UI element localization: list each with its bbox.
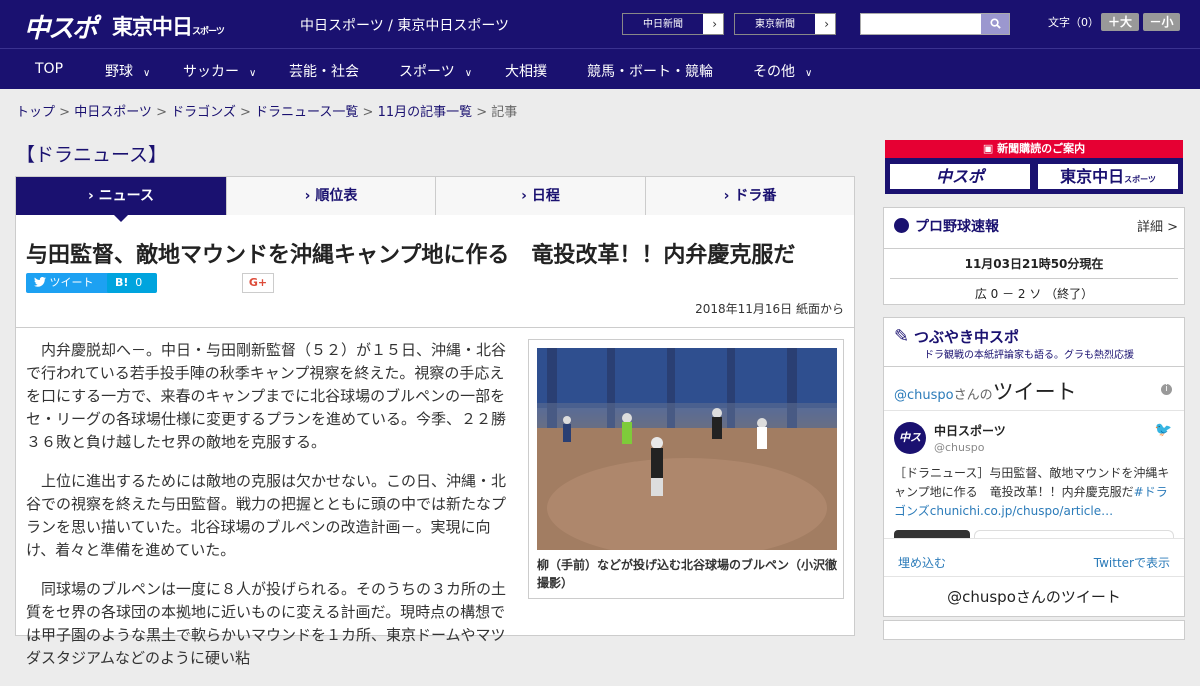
google-plus-button[interactable]: G+ [242,273,274,293]
article-date: 2018年11月16日 紙面から [695,302,844,316]
score-detail-link[interactable]: 詳細 > [1137,216,1178,235]
tweet-button[interactable]: ツイート [26,273,117,293]
tab-dora-ban[interactable]: › ドラ番 [646,177,854,215]
nav-item-baseball[interactable]: 野球 ∨ [105,61,150,81]
embed-link[interactable]: 埋め込む [898,554,946,571]
info-icon[interactable]: i [1161,384,1172,395]
site-title: 中日スポーツ / 東京中日スポーツ [300,18,510,34]
font-decrease-button[interactable]: －小 [1143,13,1180,31]
breadcrumb-current: 記事 [491,105,518,120]
baseball-icon [894,218,909,233]
subscription-banner: ▣ 新聞購読のご案内 中スポ 東京中日スポーツ [885,140,1183,194]
tokyo-logo-small: スポーツ [192,27,225,37]
article-paragraph: 上位に進出するためには敵地の克服は欠かせない。この日、沖縄・北谷での視察を終えた… [26,472,507,559]
search-input[interactable] [860,13,1010,35]
search-icon [989,18,1001,29]
font-increase-button[interactable]: ＋大 [1101,13,1139,31]
divider [16,327,854,328]
section-title: 【ドラニュース】 [16,144,168,166]
tab-bar: › ニュース › 順位表 › 日程 › ドラ番 [16,177,854,222]
twitter-bird-icon [34,276,46,287]
chunichi-shimbun-label: 中日新聞 [623,14,703,34]
subscribe-chuspo-button[interactable]: 中スポ [888,162,1032,191]
tab-standings[interactable]: › 順位表 [227,177,436,215]
tab-schedule[interactable]: › 日程 [436,177,646,215]
nav-item-soccer[interactable]: サッカー ∨ [183,61,256,81]
article-headline: 与田監督、敵地マウンドを沖縄キャンプ地に作る 竜投改革！！内弁慶克服だ [26,243,796,268]
chunichi-shimbun-button[interactable]: 中日新聞 › [622,13,724,35]
tweet-button-label: ツイート [49,276,94,289]
font-size-label: 文字（0） [1048,16,1099,29]
nav-item-other[interactable]: その他 ∨ [753,61,812,81]
breadcrumb-chunichi-sports[interactable]: 中日スポーツ [74,105,152,120]
nav-item-top[interactable]: TOP [35,61,63,77]
article-paragraph: 内弁慶脱却へ－。中日・与田剛新監督（５２）が１５日、沖縄・北谷で行われている若手… [26,341,507,451]
article-photo-box: 柳（手前）などが投げ込む北谷球場のブルペン（小沢徹撮影） [528,339,844,599]
hatena-bookmark-button[interactable]: B! 0 [107,273,157,293]
chevron-right-icon: › [712,17,717,31]
chevron-down-icon: ∨ [805,68,813,79]
chuspo-logo[interactable]: 中スポ [24,8,98,45]
tweet-user-name[interactable]: 中日スポーツ [934,422,1006,439]
photo-caption: 柳（手前）などが投げ込む北谷球場のブルペン（小沢徹撮影） [537,558,838,590]
hatena-icon: B! [115,276,129,289]
nav-item-entertainment[interactable]: 芸能・社会 [289,61,359,81]
google-plus-icon: G+ [248,276,268,289]
breadcrumb-month-list[interactable]: 11月の記事一覧 [378,105,473,120]
twitter-bird-icon: 🐦 [1154,422,1172,438]
bullpen-photo[interactable] [537,348,837,550]
breadcrumb-dra-news-list[interactable]: ドラニュース一覧 [255,105,358,120]
tweet-text: ［ドラニュース］与田監督、敵地マウンドを沖縄キャンプ地に作る 竜投改革！！内弁慶… [894,466,1170,518]
chevron-down-icon: ∨ [143,68,151,79]
tab-news[interactable]: › ニュース [16,177,227,222]
subscribe-tokyo-button[interactable]: 東京中日スポーツ [1036,162,1180,191]
top-header: 中スポ 東京中日スポーツ 中日スポーツ / 東京中日スポーツ 中日新聞 › 東京… [0,0,1200,48]
tokyo-chunichi-logo[interactable]: 東京中日スポーツ [112,11,225,41]
tokyo-shimbun-button[interactable]: 東京新聞 › [734,13,836,35]
article-panel: › ニュース › 順位表 › 日程 › ドラ番 与田監督、敵地マウンドを沖縄キャ… [15,176,855,667]
main-nav: TOP 野球 ∨ サッカー ∨ 芸能・社会 スポーツ ∨ 大相撲 競馬・ボート・競輪 … [0,48,1200,89]
tweet-user-handle[interactable]: @chuspo [934,441,984,454]
chevron-down-icon: ∨ [249,68,257,79]
search-button[interactable] [981,14,1009,34]
breadcrumb-top[interactable]: トップ [16,105,55,120]
tokyo-logo-text: 東京中日 [112,15,193,39]
tokyo-shimbun-label: 東京新聞 [735,14,815,34]
nav-item-sumo[interactable]: 大相撲 [505,61,547,81]
score-time: 11月03日21時50分現在 [884,248,1184,272]
score-line[interactable]: 広 0 － 2 ソ （終了） [890,278,1178,302]
breadcrumb: トップ > 中日スポーツ > ドラゴンズ > ドラニュース一覧 > 11月の記事… [16,105,518,120]
tweet-widget-subtitle: ドラ観戦の本紙評論家も語る。グラも熱烈応援 [924,350,1134,361]
nav-item-sports[interactable]: スポーツ ∨ [399,61,472,81]
chevron-down-icon: ∨ [464,68,473,79]
newspaper-icon: ▣ [982,142,998,155]
view-on-twitter-link[interactable]: Twitterで表示 [1094,554,1170,571]
baseball-score-widget: プロ野球速報 詳細 > 11月03日21時50分現在 広 0 － 2 ソ （終了… [883,207,1185,305]
tweet-timeline-header[interactable]: @chuspoさんのツイート [894,376,1077,406]
chevron-right-icon: › [824,17,829,31]
nav-item-keiba[interactable]: 競馬・ボート・競輪 [587,61,713,81]
subscription-title: ▣ 新聞購読のご案内 [885,140,1183,158]
hatena-count: 0 [135,276,143,289]
article-body: 内弁慶脱却へ－。中日・与田剛新監督（５２）が１５日、沖縄・北谷で行われている若手… [26,339,508,686]
tweet-media-preview[interactable] [894,530,970,538]
avatar[interactable]: 中ス [894,422,926,454]
score-widget-title: プロ野球速報 [894,216,999,236]
breadcrumb-dragons[interactable]: ドラゴンズ [171,105,236,120]
tweet-widget-title: つぶやき中スポ [914,328,1020,346]
next-sidebar-widget [883,620,1185,640]
bullpen-scene [537,348,837,550]
article-paragraph: 同球場のブルペンは一度に８人が投げられる。そのうちの３カ所の土質をセ界の各球団の… [26,580,507,667]
chuspo-tweets-link[interactable]: @chuspoさんのツイート [884,586,1184,607]
tweet-widget: ✎ つぶやき中スポ ドラ観戦の本紙評論家も語る。グラも熱烈応援 @chuspoさ… [883,317,1185,617]
tweet-icon: ✎ [894,326,910,347]
